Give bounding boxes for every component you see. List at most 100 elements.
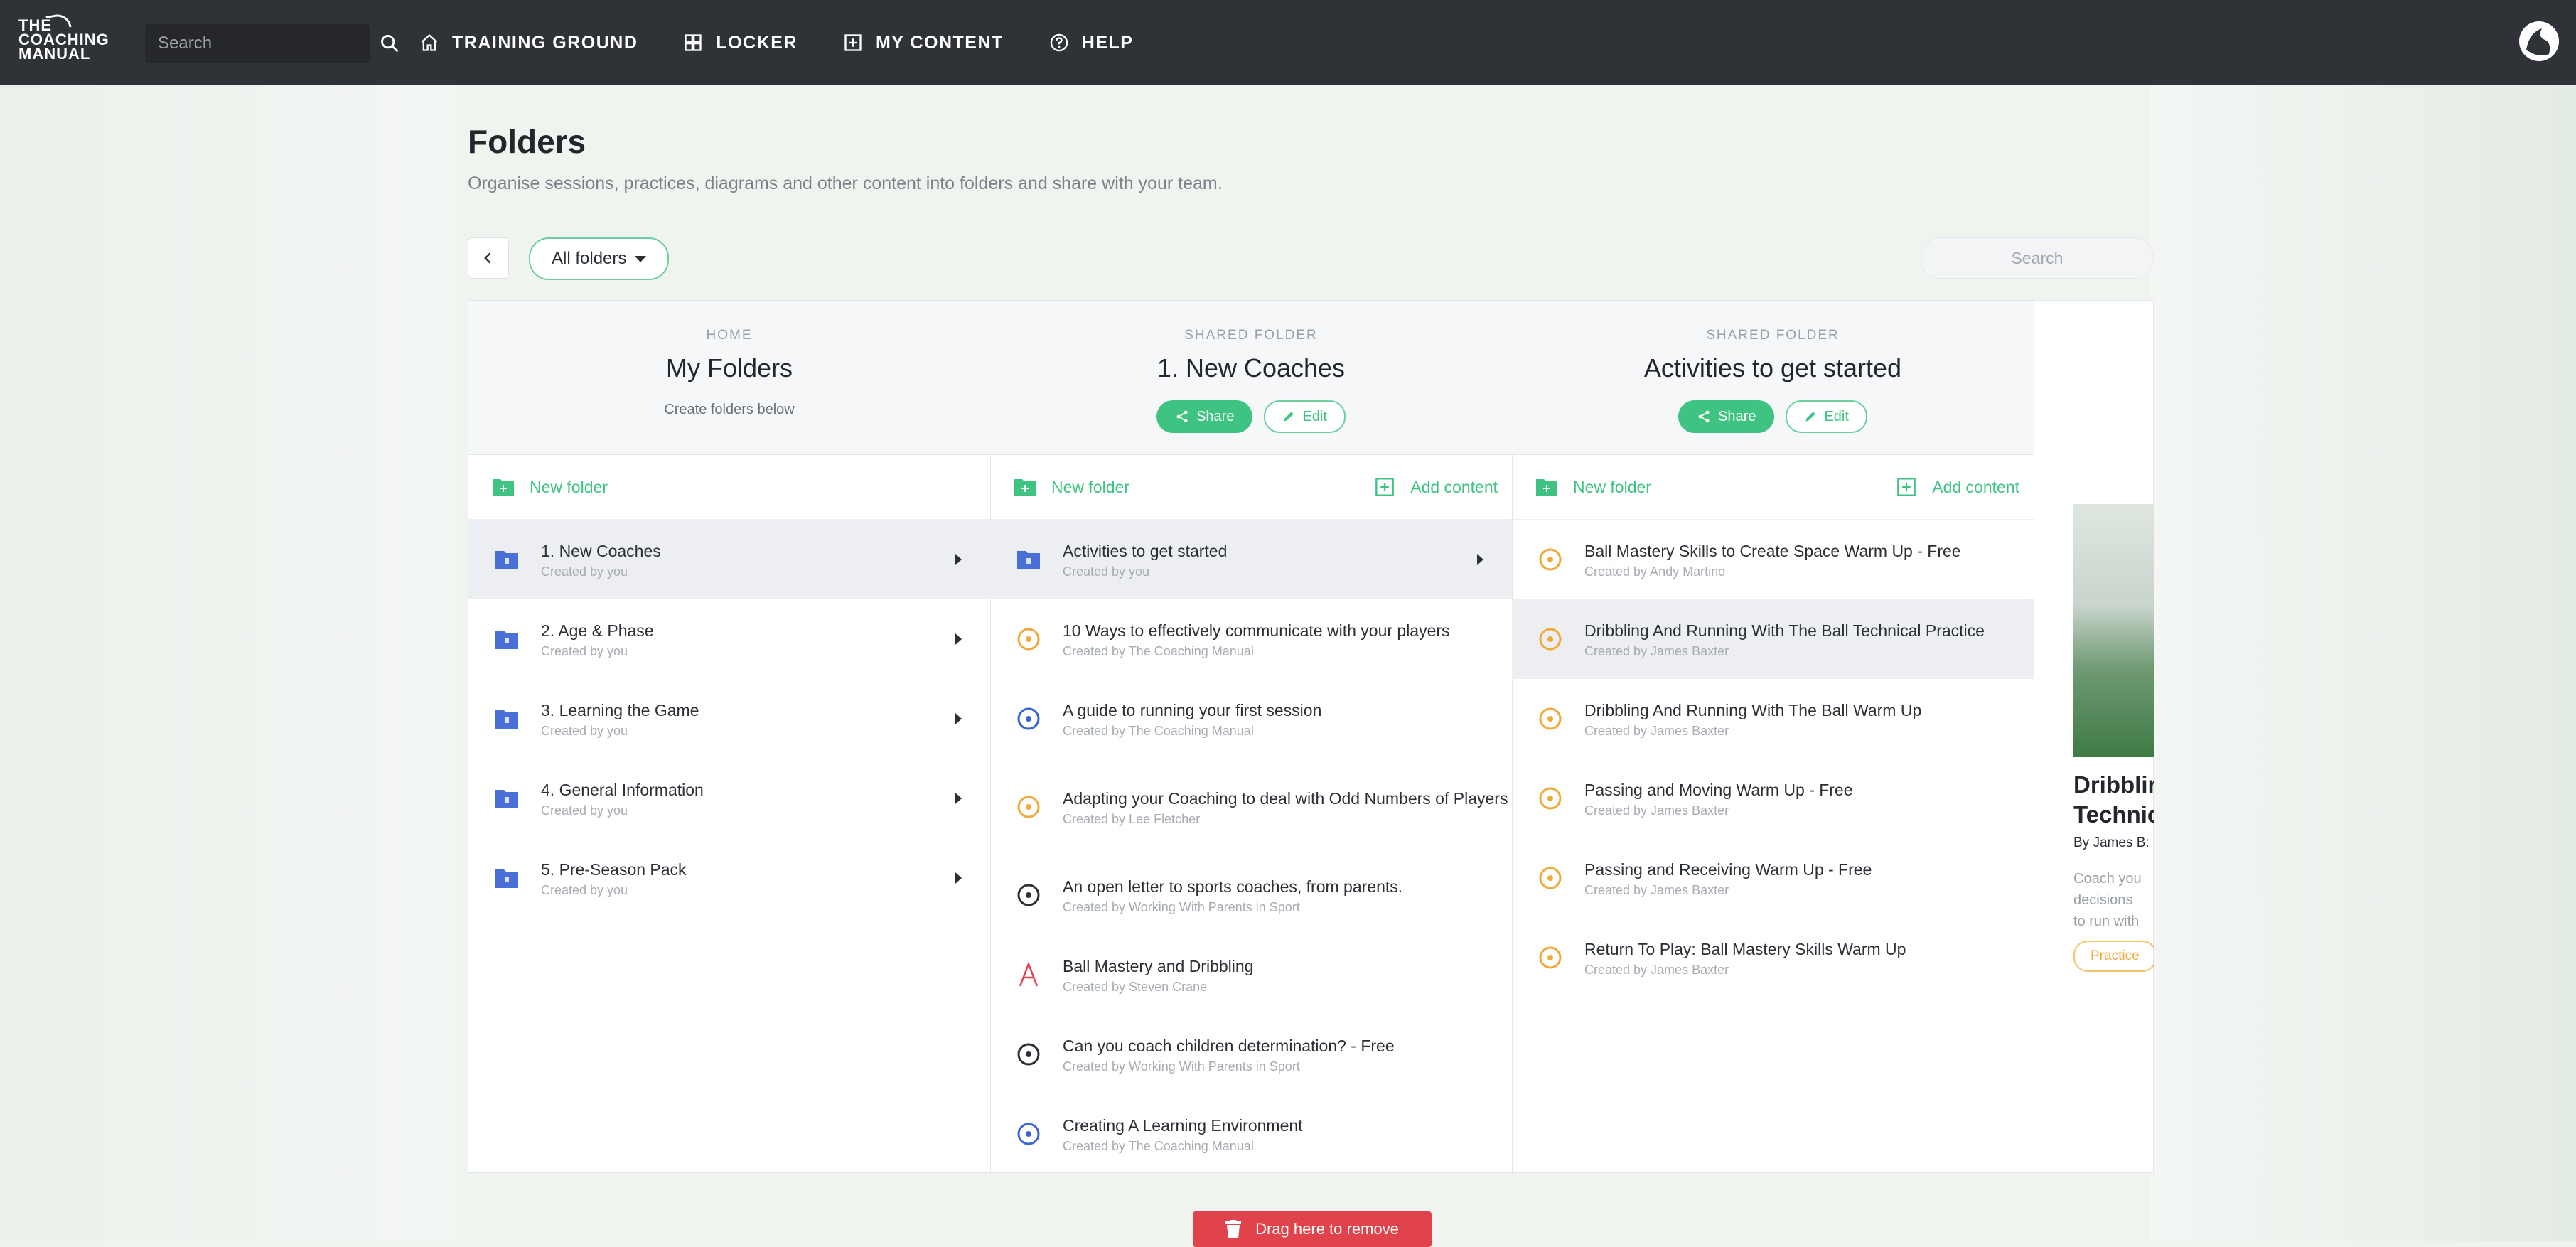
practice-icon bbox=[1536, 705, 1565, 733]
caret-right-icon[interactable] bbox=[955, 872, 962, 884]
home-icon bbox=[421, 33, 438, 51]
list-item[interactable]: 2. Age & Phase Created by you bbox=[468, 599, 990, 679]
add-content-button[interactable]: Add content bbox=[1896, 477, 2019, 497]
column-kicker: HOME bbox=[706, 328, 753, 343]
list-item[interactable]: Return To Play: Ball Mastery Skills Warm… bbox=[1512, 918, 2034, 997]
share-icon bbox=[1176, 410, 1188, 423]
preview-desc-line-1: Coach you bbox=[2073, 871, 2142, 887]
list-item[interactable]: Adapting your Coaching to deal with Odd … bbox=[990, 759, 1512, 855]
logo[interactable]: THE COACHING MANUAL bbox=[18, 12, 109, 62]
new-folder-button[interactable]: New folder bbox=[1536, 478, 1651, 497]
session-icon bbox=[1014, 1040, 1043, 1069]
plus-box-icon bbox=[844, 34, 862, 51]
list-item[interactable]: Can you coach children determination? - … bbox=[990, 1015, 1512, 1094]
list-item[interactable]: 5. Pre-Season Pack Created by you bbox=[468, 838, 990, 918]
list-item[interactable]: Ball Mastery Skills to Create Space Warm… bbox=[1512, 520, 2034, 599]
item-creator: Created by Andy Martino bbox=[1584, 564, 1726, 579]
list-item[interactable]: 3. Learning the Game Created by you bbox=[468, 679, 990, 759]
folder-filter-dropdown[interactable]: All folders bbox=[529, 237, 670, 280]
pencil-icon bbox=[1284, 412, 1294, 422]
caret-right-icon[interactable] bbox=[1477, 554, 1483, 565]
nav-training-ground[interactable]: TRAINING GROUND bbox=[419, 33, 638, 53]
item-creator: Created by Working With Parents in Sport bbox=[1063, 1059, 1300, 1074]
item-creator: Created by you bbox=[541, 723, 628, 738]
session-icon bbox=[1014, 881, 1043, 909]
folders-board: HOME My Folders Create folders below New… bbox=[468, 300, 2154, 1173]
item-name: Can you coach children determination? - … bbox=[1063, 1036, 1395, 1055]
list-item[interactable]: An open letter to sports coaches, from p… bbox=[990, 855, 1512, 935]
item-name: 2. Age & Phase bbox=[541, 621, 654, 640]
item-creator: Created by James Baxter bbox=[1584, 643, 1729, 658]
item-creator: Created by Steven Crane bbox=[1063, 979, 1208, 994]
caret-down-icon bbox=[635, 255, 647, 262]
nav-help[interactable]: HELP bbox=[1049, 33, 1134, 53]
profile-avatar-icon[interactable] bbox=[2516, 18, 2562, 64]
global-search-input[interactable] bbox=[145, 33, 380, 54]
item-creator: Created by James Baxter bbox=[1584, 803, 1729, 818]
share-icon bbox=[1698, 410, 1710, 423]
item-creator: Created by James Baxter bbox=[1584, 882, 1729, 897]
preview-title[interactable]: Dribblir Technic bbox=[2073, 770, 2154, 830]
practice-icon bbox=[1536, 625, 1565, 653]
share-button[interactable]: Share bbox=[1156, 400, 1253, 433]
item-creator: Created by The Coaching Manual bbox=[1063, 643, 1254, 658]
back-button[interactable] bbox=[468, 237, 509, 279]
item-name: An open letter to sports coaches, from p… bbox=[1063, 877, 1403, 896]
column-title: My Folders bbox=[665, 353, 793, 382]
caret-right-icon[interactable] bbox=[955, 713, 962, 724]
item-creator: Created by you bbox=[541, 882, 628, 897]
list-item[interactable]: Dribbling And Running With The Ball Tech… bbox=[1512, 599, 2034, 679]
nav-locker[interactable]: LOCKER bbox=[683, 33, 798, 53]
practice-icon bbox=[1014, 625, 1043, 653]
add-content-label: Add content bbox=[1410, 477, 1498, 496]
list-item[interactable]: 4. General Information Created by you bbox=[468, 759, 990, 838]
caret-right-icon[interactable] bbox=[955, 633, 962, 645]
list-item[interactable]: Passing and Moving Warm Up - Free Created… bbox=[1512, 759, 2034, 838]
pencil-icon bbox=[1805, 412, 1816, 422]
new-folder-button[interactable]: New folder bbox=[1014, 478, 1129, 497]
list-item[interactable]: Dribbling And Running With The Ball Warm… bbox=[1512, 679, 2034, 759]
item-creator: Created by James Baxter bbox=[1584, 962, 1729, 977]
item-creator: Created by James Baxter bbox=[1584, 723, 1729, 738]
preview-desc-line-3: to run with bbox=[2073, 914, 2140, 929]
item-name: A guide to running your first session bbox=[1063, 700, 1322, 719]
edit-button[interactable]: Edit bbox=[1264, 400, 1346, 433]
list-item[interactable]: A guide to running your first session Cre… bbox=[990, 679, 1512, 759]
global-search bbox=[145, 24, 398, 63]
new-folder-button[interactable]: New folder bbox=[493, 478, 608, 497]
letter-a-icon bbox=[1014, 960, 1043, 989]
item-name: Adapting your Coaching to deal with Odd … bbox=[1063, 788, 1508, 808]
list-item[interactable]: Activities to get started Created by you bbox=[990, 520, 1512, 599]
nav-my-content-label: MY CONTENT bbox=[875, 32, 1004, 53]
list-item[interactable]: Creating A Learning Environment Created b… bbox=[990, 1094, 1512, 1174]
page-title: Folders bbox=[468, 123, 586, 160]
edit-button[interactable]: Edit bbox=[1786, 400, 1867, 433]
add-content-button[interactable]: Add content bbox=[1375, 477, 1498, 497]
list-item[interactable]: 10 Ways to effectively communicate with … bbox=[990, 599, 1512, 679]
list-item[interactable]: Passing and Receiving Warm Up - Free Crea… bbox=[1512, 838, 2034, 918]
preview-image[interactable] bbox=[2073, 504, 2154, 757]
nav-my-content[interactable]: MY CONTENT bbox=[843, 33, 1004, 53]
practice-icon bbox=[1536, 545, 1565, 574]
nav-help-label: HELP bbox=[1081, 32, 1134, 53]
share-button[interactable]: Share bbox=[1678, 400, 1775, 433]
list-item[interactable]: Ball Mastery and Dribbling Created by Ste… bbox=[990, 935, 1512, 1015]
drag-remove-zone[interactable]: Drag here to remove bbox=[1193, 1211, 1432, 1247]
item-name: Passing and Moving Warm Up - Free bbox=[1584, 780, 1853, 799]
folder-filter-label: All folders bbox=[552, 249, 627, 268]
column-title: 1. New Coaches bbox=[1156, 353, 1346, 382]
column-my-folders: HOME My Folders Create folders below New… bbox=[468, 301, 991, 1172]
folder-search-input[interactable] bbox=[1931, 247, 2143, 269]
preview-type-badge: Practice bbox=[2073, 941, 2154, 972]
preview-description: Coach you decisions to run with bbox=[2073, 868, 2142, 932]
list-item[interactable]: 1. New Coaches Created by you bbox=[468, 520, 990, 599]
folder-icon bbox=[1014, 545, 1043, 574]
new-folder-label: New folder bbox=[1573, 477, 1651, 496]
search-icon[interactable] bbox=[380, 24, 399, 63]
caret-right-icon[interactable] bbox=[955, 554, 962, 565]
practice-icon bbox=[1536, 864, 1565, 892]
item-name: 4. General Information bbox=[541, 780, 704, 799]
caret-right-icon[interactable] bbox=[955, 793, 962, 804]
new-folder-icon bbox=[493, 479, 514, 496]
folder-icon bbox=[493, 705, 521, 733]
